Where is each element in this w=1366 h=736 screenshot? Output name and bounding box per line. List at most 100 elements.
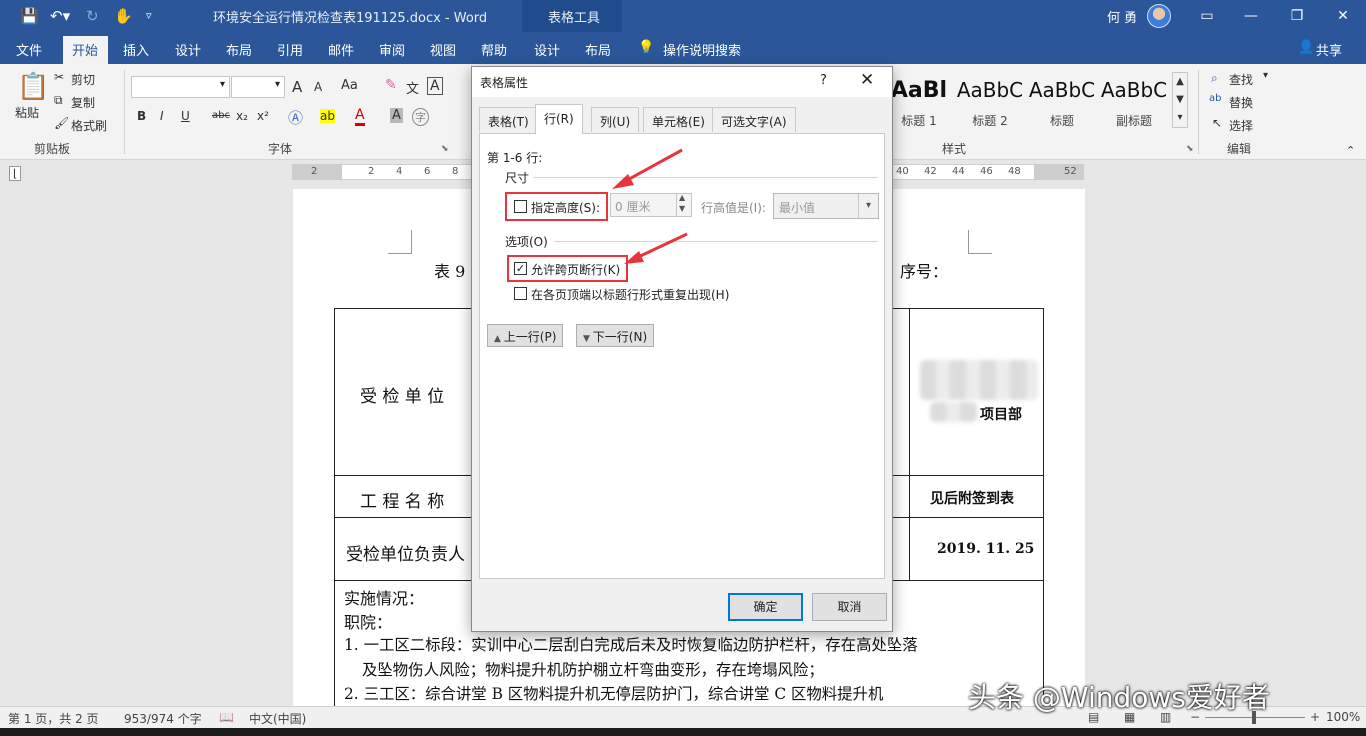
customize-toolbar-icon[interactable]: ▿ — [146, 6, 152, 26]
repeat-header-label[interactable]: 在各页顶端以标题行形式重复出现(H) — [531, 286, 729, 303]
format-painter-button[interactable]: 格式刷 — [71, 117, 107, 134]
style-heading-2[interactable]: AaBbC 标题 2 — [955, 70, 1025, 130]
char-shading-icon[interactable]: A — [390, 108, 403, 123]
grow-font-icon[interactable]: A — [292, 78, 302, 96]
tab-insert[interactable]: 插入 — [123, 40, 149, 59]
spin-up-icon[interactable]: ▲ — [679, 193, 685, 202]
format-painter-icon[interactable]: 🖌 — [54, 116, 69, 130]
zoom-in-icon[interactable]: + — [1310, 710, 1320, 724]
italic-button[interactable]: I — [160, 109, 164, 123]
minimize-icon[interactable]: — — [1236, 4, 1266, 28]
close-icon[interactable]: ✕ — [1328, 4, 1358, 28]
chevron-down-icon[interactable]: ▾ — [1263, 70, 1268, 81]
font-color-icon[interactable]: A — [355, 107, 365, 126]
style-title[interactable]: AaBbC 标题 — [1027, 70, 1097, 130]
font-name-combo[interactable]: ▾ — [131, 76, 230, 98]
restore-icon[interactable]: ❐ — [1282, 4, 1312, 28]
collapse-ribbon-icon[interactable]: ⌃ — [1346, 144, 1355, 157]
cut-button[interactable]: 剪切 — [71, 71, 95, 88]
tab-review[interactable]: 审阅 — [379, 40, 405, 59]
find-button[interactable]: 查找 — [1229, 71, 1253, 88]
cut-icon[interactable]: ✂ — [54, 70, 64, 84]
char-border-icon[interactable]: A — [427, 77, 443, 95]
tab-table[interactable]: 表格(T) — [479, 107, 538, 132]
copy-button[interactable]: 复制 — [71, 94, 95, 111]
font-dialog-launcher-icon[interactable]: ⬊ — [441, 144, 449, 154]
underline-button[interactable]: U — [181, 109, 190, 123]
save-icon[interactable]: 💾 — [20, 6, 39, 26]
style-subtitle[interactable]: AaBbC 副标题 — [1099, 70, 1169, 130]
redo-icon[interactable]: ↻ — [86, 6, 99, 26]
spin-down-icon[interactable]: ▼ — [679, 204, 685, 213]
superscript-button[interactable]: x² — [257, 109, 269, 123]
change-case-icon[interactable]: Aa — [341, 78, 358, 93]
zoom-level[interactable]: 100% — [1326, 710, 1360, 724]
tab-references[interactable]: 引用 — [277, 40, 303, 59]
word-count[interactable]: 953/974 个字 — [124, 710, 202, 727]
tab-view[interactable]: 视图 — [430, 40, 456, 59]
tab-mailings[interactable]: 邮件 — [328, 40, 354, 59]
ok-button[interactable]: 确定 — [728, 593, 803, 621]
subscript-button[interactable]: x₂ — [236, 109, 248, 123]
tab-row[interactable]: 行(R) — [535, 104, 583, 134]
help-button[interactable]: ? — [820, 73, 827, 88]
tab-table-layout[interactable]: 布局 — [585, 40, 611, 59]
tab-design[interactable]: 设计 — [175, 40, 201, 59]
share-icon[interactable]: 👤 — [1298, 40, 1314, 55]
search-icon[interactable]: ⌕ — [1211, 71, 1218, 86]
replace-button[interactable]: 替换 — [1229, 94, 1253, 111]
tab-column[interactable]: 列(U) — [591, 107, 640, 132]
close-icon[interactable]: ✕ — [860, 70, 874, 90]
page-count[interactable]: 第 1 页，共 2 页 — [8, 710, 99, 727]
tab-cell[interactable]: 单元格(E) — [643, 107, 714, 132]
highlight-icon[interactable]: ab — [320, 109, 335, 123]
ribbon-display-icon[interactable]: ▭ — [1192, 4, 1222, 28]
previous-row-button[interactable]: ▲ 上一行(P) — [487, 324, 564, 347]
specify-height-label[interactable]: 指定高度(S): — [531, 199, 600, 216]
cursor-icon[interactable]: ↖ — [1212, 116, 1222, 130]
font-size-combo[interactable]: ▾ — [231, 76, 285, 98]
strikethrough-button[interactable]: abc — [212, 110, 230, 121]
height-spinner[interactable]: ▲ ▼ — [676, 193, 691, 216]
user-name[interactable]: 何 勇 — [1107, 7, 1137, 26]
share-button[interactable]: 共享 — [1316, 40, 1342, 59]
avatar[interactable] — [1147, 4, 1171, 28]
tab-home[interactable]: 开始 — [72, 40, 98, 59]
allow-break-checkbox[interactable]: ✓ — [514, 262, 527, 275]
language[interactable]: 中文(中国) — [249, 710, 306, 727]
touch-mode-icon[interactable]: ✋ — [114, 6, 133, 26]
tab-alt-text[interactable]: 可选文字(A) — [712, 107, 796, 132]
dialog-title-bar[interactable]: 表格属性 ? ✕ — [472, 67, 892, 97]
tab-stop-selector[interactable]: ⌊ — [9, 166, 22, 181]
cancel-button[interactable]: 取消 — [812, 593, 887, 621]
paste-icon[interactable]: 📋 — [17, 72, 49, 102]
select-button[interactable]: 选择 — [1229, 117, 1253, 134]
copy-icon[interactable]: ⧉ — [54, 93, 63, 108]
tab-file[interactable]: 文件 — [16, 40, 42, 59]
ruler-number: 52 — [1064, 166, 1077, 177]
style-heading-1[interactable]: AaBl 标题 1 — [884, 70, 954, 130]
clear-formatting-icon[interactable]: ✎ — [385, 77, 397, 93]
body-line: 实施情况： — [344, 589, 425, 608]
proofing-icon[interactable]: 📖 — [219, 710, 234, 724]
specify-height-checkbox[interactable] — [514, 200, 527, 213]
styles-dialog-launcher-icon[interactable]: ⬊ — [1186, 144, 1194, 154]
tab-layout[interactable]: 布局 — [226, 40, 252, 59]
phonetic-guide-icon[interactable]: 文 — [406, 78, 419, 97]
replace-icon[interactable]: ab — [1209, 93, 1221, 104]
undo-icon[interactable]: ↶▾ — [50, 6, 70, 26]
text-effects-icon[interactable]: Ⓐ — [288, 107, 303, 128]
tell-me-search[interactable]: 操作说明搜索 — [663, 40, 741, 59]
next-row-button[interactable]: ▼ 下一行(N) — [576, 324, 655, 347]
chevron-down-icon[interactable]: ▾ — [858, 194, 878, 218]
paste-button[interactable]: 粘贴 — [15, 104, 39, 121]
tab-table-design[interactable]: 设计 — [534, 40, 560, 59]
shrink-font-icon[interactable]: A — [314, 80, 322, 94]
allow-break-label[interactable]: 允许跨页断行(K) — [531, 261, 620, 278]
bold-button[interactable]: B — [137, 109, 146, 123]
enclose-characters-icon[interactable]: 字 — [412, 108, 429, 126]
table-border — [909, 308, 910, 580]
repeat-header-checkbox[interactable] — [514, 287, 527, 300]
tab-help[interactable]: 帮助 — [481, 40, 507, 59]
styles-gallery-scroll[interactable]: ▲ ▼ ▾ — [1172, 72, 1188, 128]
